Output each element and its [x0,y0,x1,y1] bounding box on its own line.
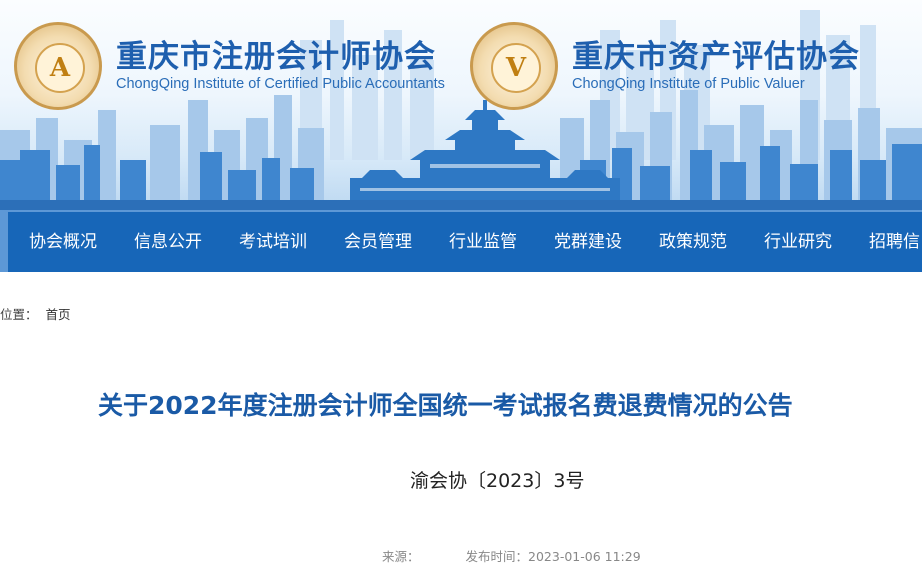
article-meta: 来源： 发布时间：2023-01-06 11:29 [382,546,641,565]
breadcrumb-home-link[interactable]: 首页 [46,307,71,322]
org1-name[interactable]: 重庆市注册会计师协会 [116,31,436,76]
nav-item-info-disclosure[interactable]: 信息公开 [134,212,202,272]
main-nav: 协会概况 信息公开 考试培训 会员管理 行业监管 党群建设 政策规范 行业研究 … [0,210,922,272]
nav-item-party-building[interactable]: 党群建设 [554,212,622,272]
org1-name-en: ChongQing Institute of Certified Public … [116,76,445,92]
cicpa-logo-icon[interactable]: A [14,22,102,110]
nav-item-research[interactable]: 行业研究 [764,212,832,272]
nav-item-member-management[interactable]: 会员管理 [344,212,412,272]
nav-item-recruitment[interactable]: 招聘信 [869,212,920,272]
nav-item-policy[interactable]: 政策规范 [659,212,727,272]
article-doc-number: 渝会协〔2023〕3号 [410,470,585,492]
nav-left-accent [0,212,8,272]
article-title: 关于2022年度注册会计师全国统一考试报名费退费情况的公告 [98,391,793,420]
org2-name[interactable]: 重庆市资产评估协会 [572,31,860,76]
published-label: 发布时间： [465,549,529,564]
cicpa-logo-mark: A [49,53,71,83]
breadcrumb: 位置： 首页 [0,304,71,323]
cqpv-logo-emblem: V [491,43,541,93]
nav-item-industry-supervision[interactable]: 行业监管 [449,212,517,272]
cqpv-logo-mark: V [505,53,527,83]
source-label: 来源： [382,549,420,564]
breadcrumb-prefix: 位置： [0,307,38,322]
nav-item-about[interactable]: 协会概况 [29,212,97,272]
org2-name-en: ChongQing Institute of Public Valuer [572,76,805,92]
nav-item-exam-training[interactable]: 考试培训 [239,212,307,272]
header-banner: A 重庆市注册会计师协会 ChongQing Institute of Cert… [0,0,922,210]
cqpv-logo-icon[interactable]: V [470,22,558,110]
cicpa-logo-emblem: A [35,43,85,93]
published-value: 2023-01-06 11:29 [528,549,641,564]
